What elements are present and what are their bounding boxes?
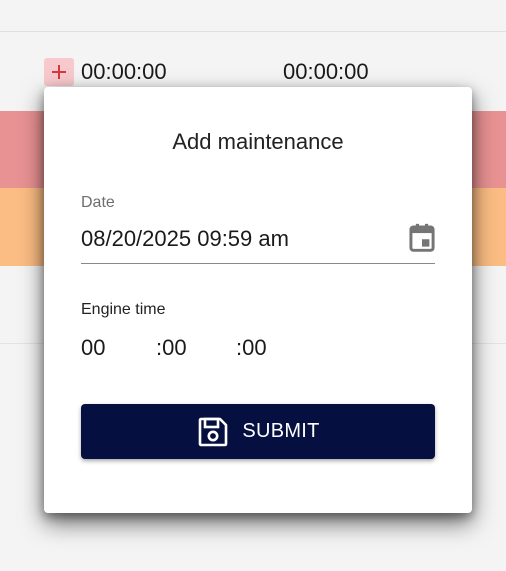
submit-label: SUBMIT (242, 420, 320, 442)
date-field[interactable]: 08/20/2025 09:59 am (81, 221, 435, 264)
calendar-icon[interactable] (406, 221, 438, 255)
add-maintenance-button[interactable] (44, 58, 74, 86)
date-value[interactable]: 08/20/2025 09:59 am (81, 226, 289, 252)
add-maintenance-dialog: Add maintenance Date 08/20/2025 09:59 am… (44, 87, 472, 513)
plus-icon (52, 65, 66, 79)
date-label: Date (81, 194, 115, 211)
engine-time-label: Engine time (81, 301, 166, 318)
dialog-title: Add maintenance (172, 129, 344, 154)
row-end-time: 00:00:00 (283, 59, 369, 84)
row-start-time: 00:00:00 (81, 59, 167, 84)
engine-minutes-field[interactable]: :00 (156, 335, 187, 361)
save-icon (196, 415, 230, 449)
engine-seconds-field[interactable]: :00 (236, 335, 267, 361)
submit-button[interactable]: SUBMIT (81, 404, 435, 459)
table-header-strip (0, 0, 506, 32)
engine-hours-field[interactable]: 00 (81, 335, 105, 361)
